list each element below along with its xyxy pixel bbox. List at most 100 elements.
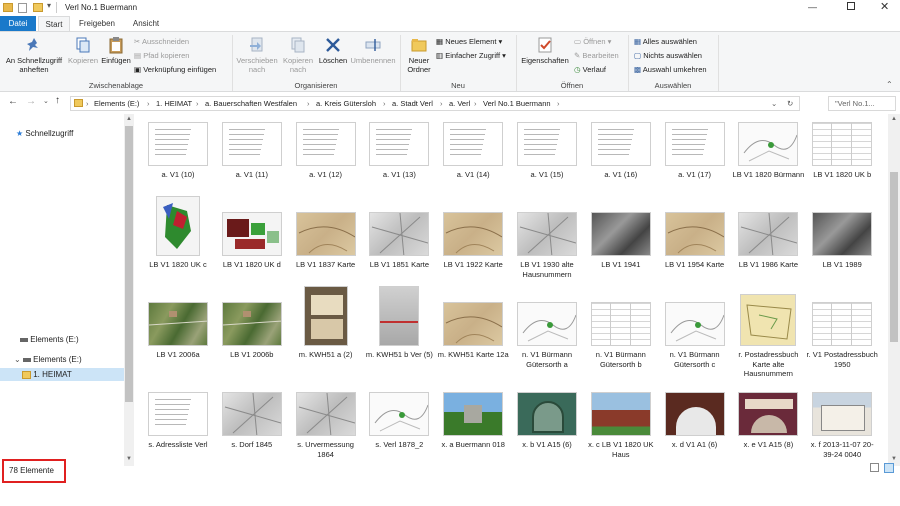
crumb-verl[interactable]: a. Verl <box>449 97 470 110</box>
file-tile[interactable]: LB V1 1837 Karte <box>290 212 362 289</box>
address-bar[interactable]: › Elements (E:) › 1. HEIMAT › a. Bauersc… <box>70 96 800 111</box>
new-folder-icon[interactable] <box>33 3 43 12</box>
navigation-scrollbar[interactable]: ▲ ▼ <box>124 114 134 466</box>
file-tile[interactable]: LB V1 1922 Karte <box>437 212 509 289</box>
crumb-separator[interactable]: › <box>474 97 477 110</box>
file-tile[interactable]: LB V1 1820 Bürmann <box>732 122 804 199</box>
crumb-kreis[interactable]: a. Kreis Gütersloh <box>316 97 376 110</box>
file-tile[interactable]: x. b V1 A15 (6) <box>511 392 583 466</box>
history-button[interactable]: ◷ Verlauf <box>574 64 606 76</box>
easy-access-button[interactable]: ▥ Einfacher Zugriff ▾ <box>436 50 506 62</box>
file-tile[interactable]: LB V1 1989 <box>806 212 878 289</box>
tab-ansicht[interactable]: Ansicht <box>124 16 168 31</box>
up-arrow-icon[interactable]: ↑ <box>55 95 60 106</box>
crumb-separator[interactable]: › <box>196 97 199 110</box>
crumb-bauerschaften[interactable]: a. Bauerschaften Westfalen <box>205 97 297 110</box>
file-tile[interactable]: x. f 2013-11-07 20-39-24 0040 <box>806 392 878 466</box>
file-tile[interactable]: n. V1 Bürmann Gütersorth b <box>585 302 657 379</box>
pin-quick-access-button[interactable]: An Schnellzugriff anheften <box>2 36 66 74</box>
file-tile[interactable]: m. KWH51 a (2) <box>290 286 362 379</box>
file-tile[interactable]: n. V1 Bürmann Gütersorth a <box>511 302 583 379</box>
tab-datei[interactable]: Datei <box>0 16 36 31</box>
scroll-thumb[interactable] <box>890 172 898 342</box>
crumb-separator[interactable]: › <box>307 97 310 110</box>
file-tile[interactable]: LB V1 1820 UK c <box>142 196 214 289</box>
file-tile[interactable]: x. d V1 A1 (6) <box>659 392 731 466</box>
file-tile[interactable]: a. V1 (11) <box>216 122 288 199</box>
search-input[interactable]: "Verl No.1... <box>828 96 896 111</box>
properties-icon[interactable] <box>18 3 27 13</box>
crumb-separator[interactable]: › <box>557 97 560 110</box>
file-tile[interactable]: r. Postadressbuch Karte alte Hausnummern <box>732 294 804 379</box>
crumb-separator[interactable]: › <box>383 97 386 110</box>
file-tile[interactable]: n. V1 Bürmann Gütersorth c <box>659 302 731 379</box>
nav-drive-1[interactable]: Elements (E:) <box>20 333 79 346</box>
file-tile[interactable]: a. V1 (12) <box>290 122 362 199</box>
nav-drive-2[interactable]: ⌄ Elements (E:) <box>14 353 82 366</box>
file-tile[interactable]: r. V1 Postadressbuch 1950 <box>806 302 878 379</box>
tab-freigeben[interactable]: Freigeben <box>72 16 122 31</box>
back-arrow-icon[interactable]: ← <box>8 96 18 107</box>
paste-shortcut-button[interactable]: ▣ Verknüpfung einfügen <box>134 64 216 76</box>
cut-button[interactable]: ✂ Ausschneiden <box>134 36 189 48</box>
file-tile[interactable]: s. Adressliste Verl <box>142 392 214 466</box>
file-tile[interactable]: LB V1 1954 Karte <box>659 212 731 289</box>
file-tile[interactable]: LB V1 1941 <box>585 212 657 289</box>
content-scrollbar[interactable]: ▲ ▼ <box>888 114 900 466</box>
select-none-button[interactable]: ▢ Nichts auswählen <box>634 50 702 62</box>
file-tile[interactable]: s. Urvermessung 1864 <box>290 392 362 466</box>
properties-button[interactable]: Eigenschaften <box>518 36 572 65</box>
scroll-down-icon[interactable]: ▼ <box>126 456 132 462</box>
minimize-icon[interactable]: — <box>808 2 817 12</box>
file-tile[interactable]: LB V1 1930 alte Hausnummern <box>511 212 583 289</box>
nav-folder-heimat[interactable]: 1. HEIMAT <box>0 368 124 381</box>
file-tile[interactable]: s. Verl 1878_2 <box>363 392 435 466</box>
scroll-up-icon[interactable]: ▲ <box>891 116 897 122</box>
crumb-separator[interactable]: › <box>86 97 89 110</box>
nav-quick-access[interactable]: ★ Schnellzugriff <box>16 127 73 140</box>
scroll-up-icon[interactable]: ▲ <box>126 116 132 122</box>
paste-button[interactable]: Einfügen <box>100 36 132 65</box>
file-tile[interactable]: x. c LB V1 1820 UK Haus <box>585 392 657 466</box>
file-tile[interactable]: x. a Buermann 018 <box>437 392 509 466</box>
crumb-current[interactable]: Verl No.1 Buermann <box>483 97 551 110</box>
crumb-stadt[interactable]: a. Stadt Verl <box>392 97 433 110</box>
crumb-separator[interactable]: › <box>147 97 150 110</box>
file-tile[interactable]: LB V1 2006b <box>216 302 288 379</box>
file-tile[interactable]: a. V1 (15) <box>511 122 583 199</box>
crumb-separator[interactable]: › <box>440 97 443 110</box>
edit-button[interactable]: ✎ Bearbeiten <box>574 50 619 62</box>
maximize-icon[interactable] <box>847 2 855 10</box>
file-tile[interactable]: LB V1 1820 UK b <box>806 122 878 199</box>
file-tile[interactable]: x. e V1 A15 (8) <box>732 392 804 466</box>
details-view-icon[interactable] <box>870 463 879 472</box>
file-tile[interactable]: LB V1 2006a <box>142 302 214 379</box>
delete-button[interactable]: Löschen <box>316 36 350 65</box>
copy-button[interactable]: Kopieren <box>66 36 100 65</box>
scroll-down-icon[interactable]: ▼ <box>891 456 897 462</box>
crumb-heimat[interactable]: 1. HEIMAT <box>156 97 192 110</box>
forward-arrow-icon[interactable]: → <box>26 96 36 107</box>
close-icon[interactable]: ✕ <box>880 0 889 13</box>
new-folder-button[interactable]: Neuer Ordner <box>402 36 436 74</box>
rename-button[interactable]: Umbenennen <box>350 36 396 65</box>
file-tile[interactable]: LB V1 1851 Karte <box>363 212 435 289</box>
move-to-button[interactable]: Verschieben nach <box>234 36 280 74</box>
refresh-icon[interactable]: ↻ <box>787 97 793 110</box>
address-dropdown-icon[interactable]: ⌄ <box>771 97 777 110</box>
collapse-ribbon-icon[interactable]: ⌃ <box>886 80 893 89</box>
copy-path-button[interactable]: ▤ Pfad kopieren <box>134 50 189 62</box>
tab-start[interactable]: Start <box>38 16 70 31</box>
file-tile[interactable]: LB V1 1986 Karte <box>732 212 804 289</box>
invert-selection-button[interactable]: ▩ Auswahl umkehren <box>634 64 707 76</box>
open-button[interactable]: ▭ Öffnen ▾ <box>574 36 611 48</box>
select-all-button[interactable]: ▦ Alles auswählen <box>634 36 697 48</box>
file-tile[interactable]: a. V1 (17) <box>659 122 731 199</box>
new-item-button[interactable]: ▦ Neues Element ▾ <box>436 36 502 48</box>
file-tile[interactable]: a. V1 (14) <box>437 122 509 199</box>
file-tile[interactable]: a. V1 (13) <box>363 122 435 199</box>
file-tile[interactable]: a. V1 (10) <box>142 122 214 199</box>
file-tile[interactable]: a. V1 (16) <box>585 122 657 199</box>
file-tile[interactable]: LB V1 1820 UK d <box>216 212 288 289</box>
scroll-thumb[interactable] <box>125 126 133 402</box>
